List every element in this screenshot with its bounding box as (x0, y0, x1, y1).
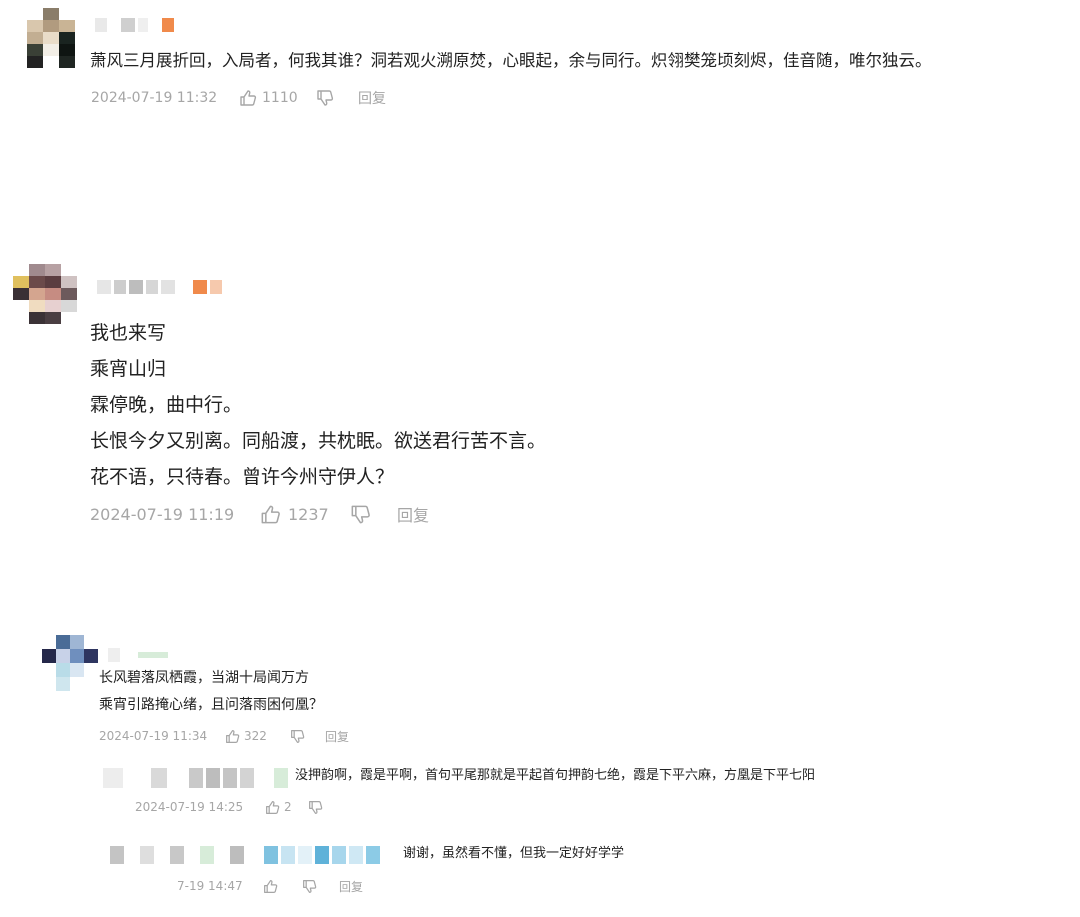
comment-meta: 2024-07-19 11:19 1237 回复 (90, 502, 429, 526)
thumb-up-icon (239, 89, 257, 107)
avatar[interactable] (27, 8, 75, 68)
username-blurred[interactable] (108, 648, 168, 662)
comment-line: 乘宵山归 (90, 358, 167, 380)
like-button[interactable] (263, 879, 278, 894)
timestamp: 2024-07-19 11:19 (90, 504, 235, 524)
comment-line: 长风碧落凤栖霞，当湖十局闻万方 (99, 670, 309, 686)
username-blurred[interactable] (95, 18, 174, 32)
like-button[interactable]: 322 (225, 729, 290, 744)
reply-text: 没押韵啊，霞是平啊，首句平尾那就是平起首句押韵七绝，霞是下平六麻，方凰是下平七阳 (295, 768, 816, 783)
reply-meta: 2024-07-19 14:25 2 (135, 797, 323, 817)
like-button[interactable]: 1110 (239, 89, 314, 107)
like-count: 2 (284, 800, 292, 814)
username-blurred[interactable] (110, 846, 380, 864)
comment-text: 我也来写 乘宵山归 霖停晚，曲中行。 长恨今夕又别离。同船渡，共枕眠。欲送君行苦… (90, 315, 546, 495)
dislike-button[interactable] (290, 729, 305, 744)
reply-text: 谢谢，虽然看不懂，但我一定好好学学 (403, 846, 625, 861)
comment-line: 我也来写 (90, 322, 167, 344)
reply-button[interactable]: 回复 (325, 728, 349, 745)
like-count: 1110 (262, 90, 298, 106)
like-count: 322 (244, 729, 267, 743)
thumb-down-icon (302, 879, 317, 894)
comment-line: 乘宵引路掩心绪，且问落雨困何凰？ (99, 697, 323, 713)
like-count: 1237 (288, 504, 329, 524)
timestamp: 2024-07-19 11:34 (99, 729, 208, 743)
username-blurred[interactable] (97, 280, 222, 294)
dislike-button[interactable] (316, 89, 334, 107)
avatar[interactable] (42, 635, 98, 691)
comment-meta: 2024-07-19 11:32 1110 回复 (91, 88, 386, 108)
comment-line: 花不语，只待春。曾许今州守伊人？ (90, 466, 395, 488)
timestamp: 2024-07-19 14:25 (135, 800, 244, 814)
comment-line: 长恨今夕又别离。同船渡，共枕眠。欲送君行苦不言。 (90, 430, 547, 452)
comment-text: 长风碧落凤栖霞，当湖十局闻万方 乘宵引路掩心绪，且问落雨困何凰？ (99, 665, 323, 719)
comment-text: 萧风三月展折回，入局者，何我其谁？洞若观火溯原焚，心眼起，余与同行。炽翎樊笼顷刻… (90, 51, 932, 70)
like-button[interactable]: 2 (265, 800, 308, 815)
thumb-up-icon (263, 879, 278, 894)
thumb-down-icon (350, 504, 371, 525)
dislike-button[interactable] (302, 879, 317, 894)
dislike-button[interactable] (308, 800, 323, 815)
reply-button[interactable]: 回复 (397, 502, 429, 526)
avatar[interactable] (13, 264, 77, 336)
reply-button[interactable]: 回复 (358, 88, 386, 108)
timestamp: 7-19 14:47 (177, 879, 243, 893)
comment-line: 霖停晚，曲中行。 (90, 394, 243, 416)
thumb-up-icon (225, 729, 240, 744)
username-blurred[interactable] (103, 768, 288, 788)
thumb-down-icon (316, 89, 334, 107)
dislike-button[interactable] (350, 504, 371, 525)
thumb-down-icon (290, 729, 305, 744)
reply-meta: 7-19 14:47 回复 (177, 876, 363, 896)
comment-meta: 2024-07-19 11:34 322 回复 (99, 726, 349, 746)
thumb-up-icon (260, 504, 281, 525)
like-button[interactable]: 1237 (260, 504, 350, 525)
thumb-up-icon (265, 800, 280, 815)
thumb-down-icon (308, 800, 323, 815)
reply-button[interactable]: 回复 (339, 878, 363, 895)
timestamp: 2024-07-19 11:32 (91, 90, 218, 106)
